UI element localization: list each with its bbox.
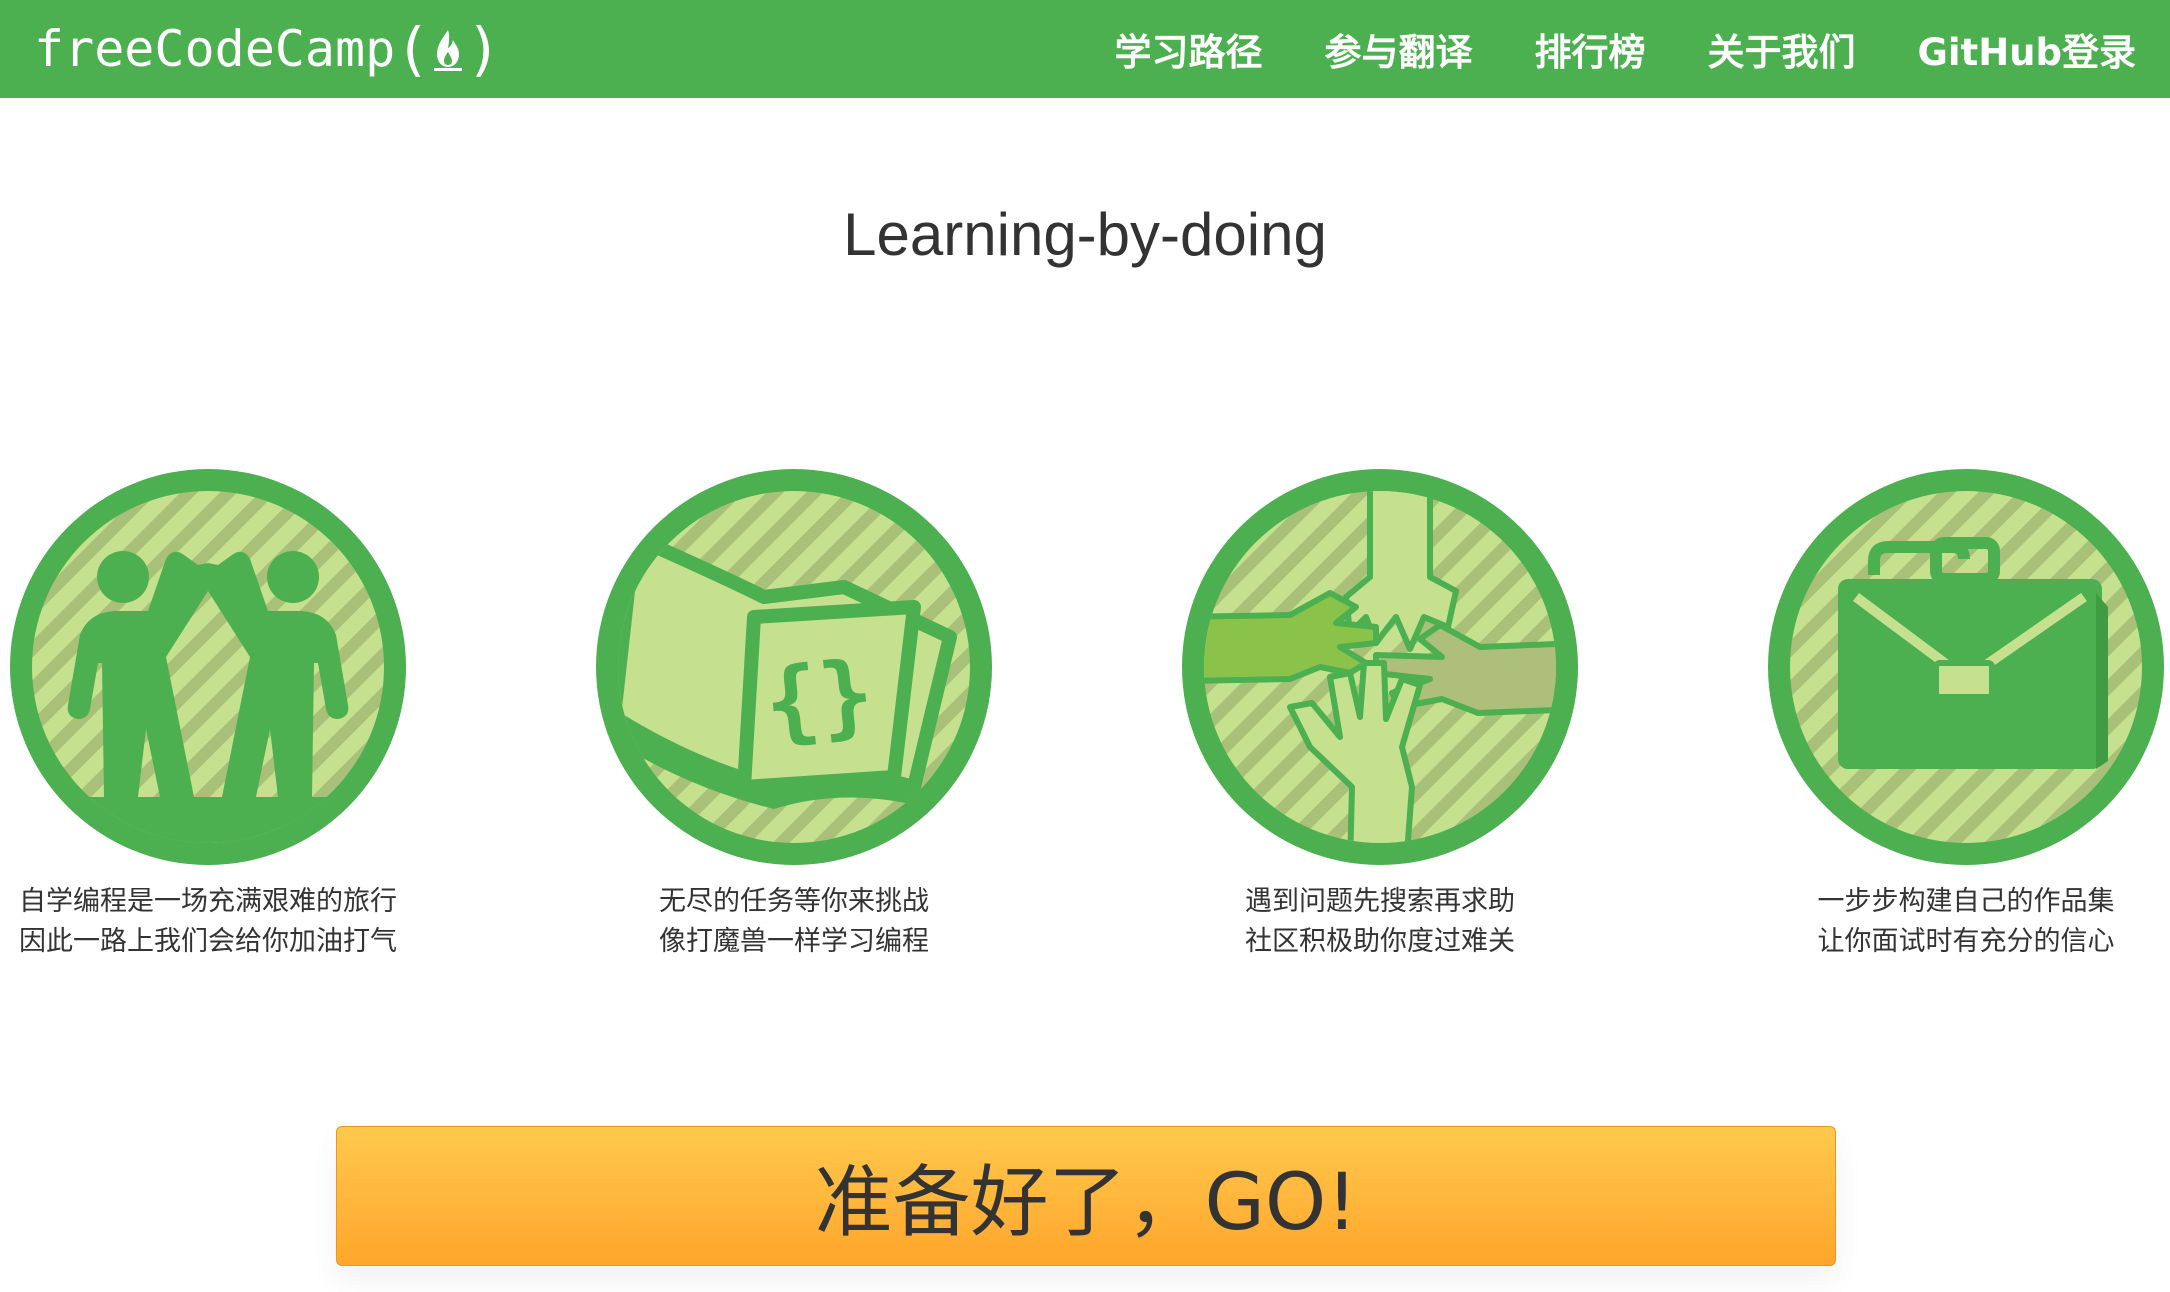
nav-links: 学习路径 参与翻译 排行榜 关于我们 GitHub登录: [1114, 0, 2136, 98]
feature-line-2: 社区积极助你度过难关: [1245, 926, 1515, 957]
feature-caption-1: 自学编程是一场充满艰难的旅行 因此一路上我们会给你加油打气: [0, 882, 418, 962]
feature-caption-2: 无尽的任务等你来挑战 像打魔兽一样学习编程: [584, 882, 1004, 962]
brand-logo[interactable]: freeCodeCamp ( ): [34, 14, 501, 84]
nav-about[interactable]: 关于我们: [1707, 22, 1855, 76]
helping-hands-icon: [1182, 469, 1578, 865]
feature-line-1: 无尽的任务等你来挑战: [659, 886, 929, 917]
code-book-icon: {}: [596, 469, 992, 865]
briefcase-icon: [1768, 469, 2164, 865]
feature-line-2: 像打魔兽一样学习编程: [659, 926, 929, 957]
page-title: Learning-by-doing: [843, 201, 1327, 268]
feature-line-2: 因此一路上我们会给你加油打气: [19, 926, 397, 957]
nav-learning-path[interactable]: 学习路径: [1114, 22, 1262, 76]
brand-close-paren: ): [466, 15, 502, 83]
go-button[interactable]: 准备好了，GO!: [336, 1126, 1836, 1266]
high-five-people-icon: [10, 469, 406, 865]
feature-line-2: 让你面试时有充分的信心: [1817, 926, 2115, 957]
feature-caption-4: 一步步构建自己的作品集 让你面试时有充分的信心: [1756, 882, 2170, 962]
feature-caption-3: 遇到问题先搜索再求助 社区积极助你度过难关: [1170, 882, 1590, 962]
brand-open-paren: (: [395, 15, 431, 83]
feature-line-1: 自学编程是一场充满艰难的旅行: [19, 886, 397, 917]
svg-text:{}: {}: [760, 641, 879, 757]
brand-name: freeCodeCamp: [34, 20, 396, 78]
nav-translate[interactable]: 参与翻译: [1324, 22, 1472, 76]
feature-line-1: 一步步构建自己的作品集: [1817, 886, 2115, 917]
top-navbar: freeCodeCamp ( ) 学习路径 参与翻译 排行榜 关于我们 GitH…: [0, 0, 2170, 98]
feature-line-1: 遇到问题先搜索再求助: [1245, 886, 1515, 917]
flame-icon: [434, 30, 463, 71]
nav-github-login[interactable]: GitHub登录: [1917, 22, 2136, 76]
nav-leaderboard[interactable]: 排行榜: [1534, 22, 1645, 76]
